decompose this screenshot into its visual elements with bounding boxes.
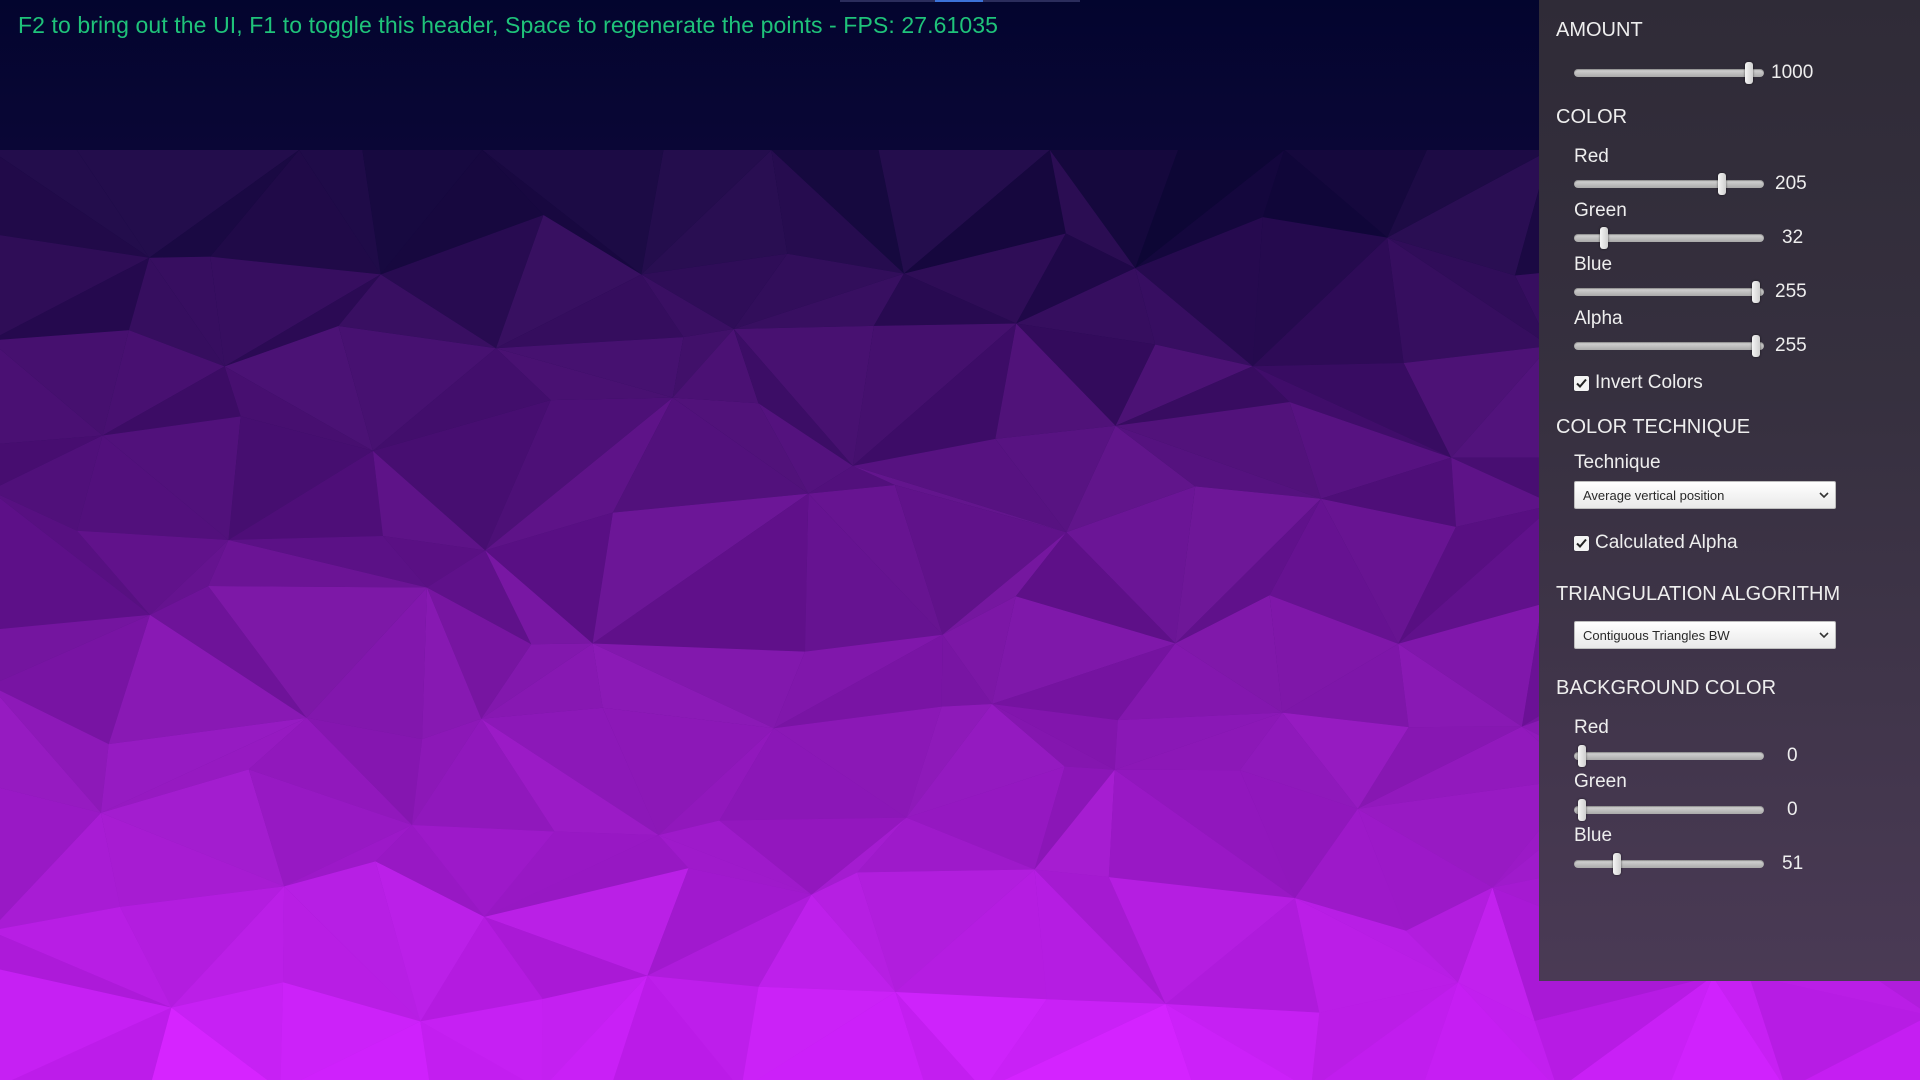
bg-red-label: Red [1574,717,1609,738]
settings-panel: AMOUNT 1000 COLOR Red 205 Green 32 Blue … [1539,0,1920,981]
amount-title: AMOUNT [1556,19,1643,41]
checkbox-box[interactable] [1574,535,1589,551]
checkmark-icon [1576,538,1587,548]
technique-dropdown-value: Average vertical position [1583,488,1725,503]
technique-label: Technique [1574,452,1661,473]
slider-thumb[interactable] [1752,281,1760,303]
triangulation-dropdown-value: Contiguous Triangles BW [1583,628,1730,643]
bg-blue-label: Blue [1574,825,1613,846]
invert-colors-checkbox[interactable]: Invert Colors [1574,372,1703,394]
color-blue-label: Blue [1574,254,1613,275]
chevron-down-icon [1819,492,1829,499]
header-text: F2 to bring out the UI, F1 to toggle thi… [18,12,999,38]
bg-green-slider[interactable] [1574,798,1764,822]
color-blue-slider[interactable] [1574,280,1764,304]
color-title: COLOR [1556,106,1628,128]
render-viewport: F2 to bring out the UI, F1 to toggle thi… [0,0,1920,1080]
slider-track [1574,752,1764,760]
slider-thumb[interactable] [1578,745,1586,767]
color-green-label: Green [1574,200,1627,221]
color-technique-title: COLOR TECHNIQUE [1556,416,1751,438]
slider-track [1574,860,1764,868]
triangulation-dropdown[interactable]: Contiguous Triangles BW [1574,621,1836,649]
amount-value: 1000 [1771,62,1814,83]
bg-red-value: 0 [1787,745,1798,766]
calculated-alpha-label: Calculated Alpha [1595,532,1738,553]
calculated-alpha-checkbox[interactable]: Calculated Alpha [1574,532,1738,554]
color-red-label: Red [1574,146,1609,167]
slider-thumb[interactable] [1752,335,1760,357]
slider-track [1574,69,1764,77]
slider-track [1574,806,1764,814]
color-red-slider[interactable] [1574,172,1764,196]
triangulation-title: TRIANGULATION ALGORITHM [1556,583,1841,605]
slider-thumb[interactable] [1578,799,1586,821]
color-green-slider[interactable] [1574,226,1764,250]
slider-thumb[interactable] [1612,853,1621,875]
bg-red-slider[interactable] [1574,744,1764,768]
color-blue-value: 255 [1775,281,1807,302]
color-green-value: 32 [1782,227,1804,248]
slider-thumb[interactable] [1717,173,1726,195]
checkbox-box[interactable] [1574,375,1589,391]
slider-track [1574,180,1764,188]
chevron-down-icon [1819,632,1829,639]
bg-green-value: 0 [1787,799,1798,820]
bg-blue-value: 51 [1782,853,1804,874]
color-red-value: 205 [1775,173,1807,194]
slider-thumb[interactable] [1745,62,1754,84]
color-alpha-slider[interactable] [1574,334,1764,358]
slider-thumb[interactable] [1599,227,1608,249]
background-color-title: BACKGROUND COLOR [1556,677,1777,699]
color-alpha-label: Alpha [1574,308,1623,329]
checkmark-icon [1576,378,1587,388]
amount-slider[interactable] [1574,61,1764,85]
slider-track [1574,342,1764,350]
top-indicator-highlight [935,0,983,2]
bg-blue-slider[interactable] [1574,852,1764,876]
slider-track [1574,288,1764,296]
invert-colors-label: Invert Colors [1595,372,1703,393]
technique-dropdown[interactable]: Average vertical position [1574,481,1836,509]
bg-green-label: Green [1574,771,1627,792]
color-alpha-value: 255 [1775,335,1807,356]
